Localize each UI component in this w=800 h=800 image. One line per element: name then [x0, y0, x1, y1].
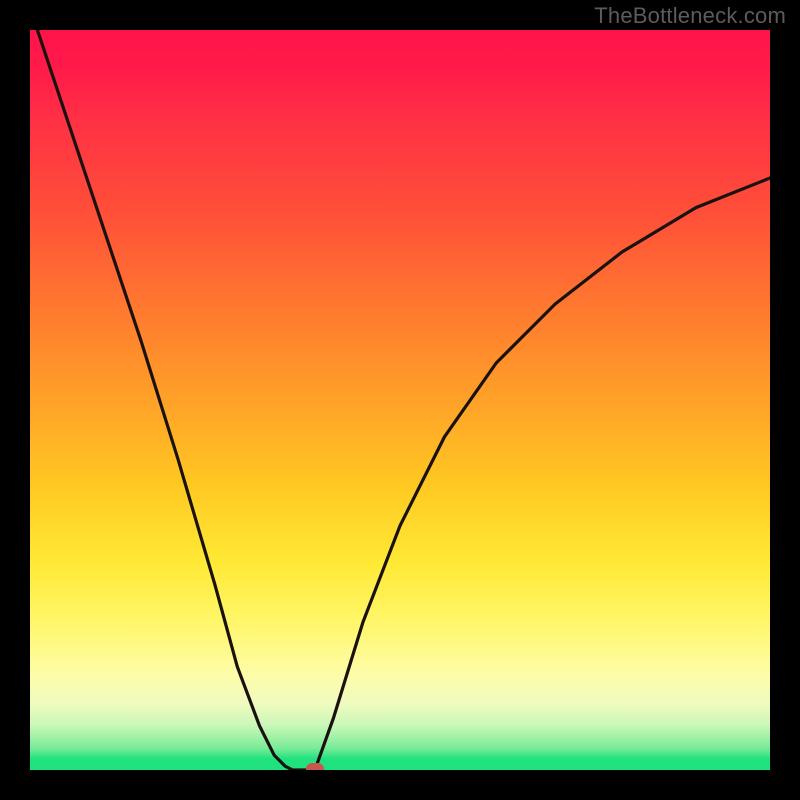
plot-area [30, 30, 770, 770]
chart-frame: TheBottleneck.com [0, 0, 800, 800]
watermark-text: TheBottleneck.com [594, 3, 786, 29]
bottleneck-curve [30, 30, 770, 770]
curve-right-branch [315, 178, 770, 770]
optimal-point-marker [306, 763, 324, 770]
curve-left-branch [37, 30, 292, 770]
